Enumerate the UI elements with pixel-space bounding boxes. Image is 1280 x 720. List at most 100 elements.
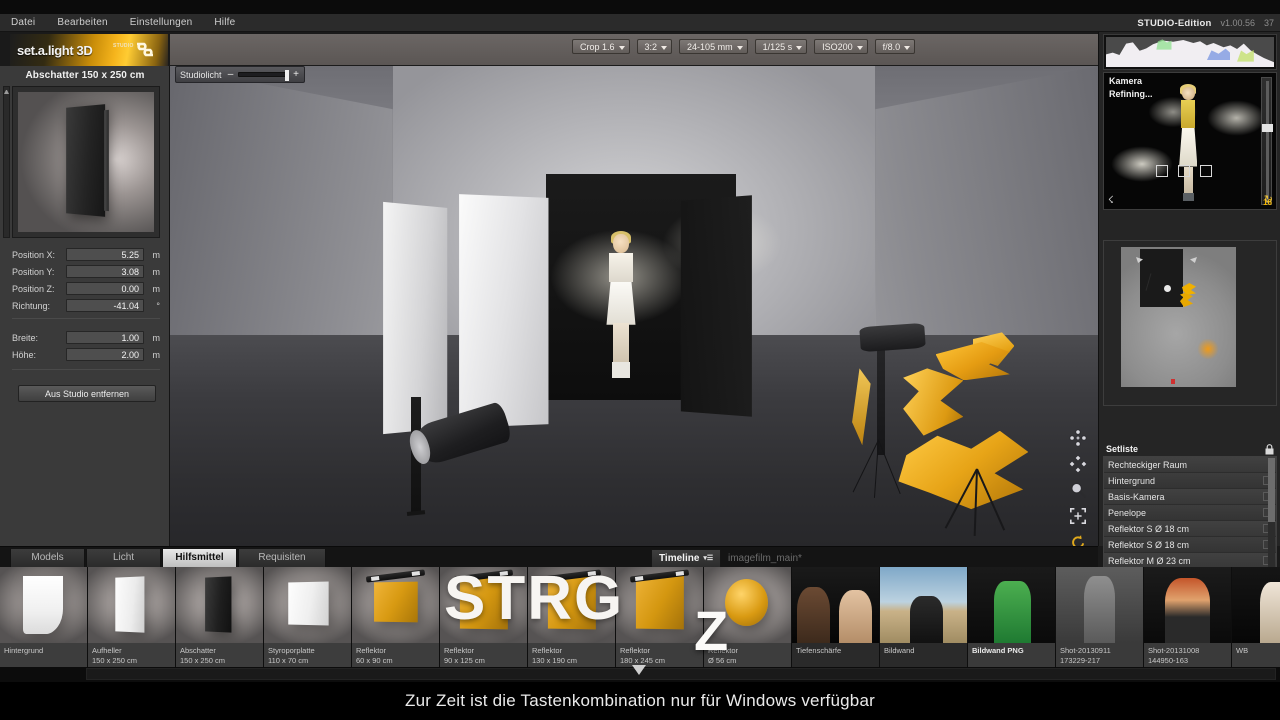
studio-light-slider[interactable]: Studiolicht – + [175, 66, 305, 83]
input-position-z[interactable]: 0.00 [66, 282, 144, 295]
tripod-center [850, 440, 906, 498]
library-strip[interactable]: Hintergrund Aufheller 150 x 250 cm Absch… [0, 567, 1280, 667]
studio-light-track[interactable] [237, 70, 289, 81]
list-item[interactable]: Penelope [1104, 505, 1276, 521]
list-item[interactable]: Reflektor 130 x 190 cm [528, 567, 616, 667]
tab-timeline[interactable]: Timeline ▾☰ [651, 549, 722, 568]
list-item[interactable]: Abschatter 150 x 250 cm [176, 567, 264, 667]
lib-name-line2: 150 x 250 cm [180, 656, 226, 665]
subtitle-bar: Zur Zeit ist die Tastenkombination nur f… [0, 682, 1280, 720]
lib-name-line1: Reflektor [444, 646, 475, 655]
tab-requisiten[interactable]: Requisiten [238, 549, 326, 568]
lib-name-line1: Reflektor [620, 646, 651, 655]
logo-superscript: STUDIO [113, 43, 134, 49]
remove-from-studio-button[interactable]: Aus Studio entfernen [18, 385, 156, 402]
input-hoehe[interactable]: 2.00 [66, 348, 144, 361]
setliste-title: Setliste [1106, 444, 1139, 454]
iso-select[interactable]: ISO200 [814, 39, 868, 54]
studio-light-decrease[interactable]: – [227, 69, 235, 80]
list-item[interactable]: WB [1232, 567, 1280, 667]
refresh-icon[interactable]: ↻ [1264, 193, 1273, 206]
focal-length-select[interactable]: 24-105 mm [679, 39, 748, 54]
position-fields: Position X: 5.25 m Position Y: 3.08 m Po… [12, 247, 160, 315]
caret-menu-icon[interactable]: ▾☰ [703, 550, 713, 568]
thumbnail-wb [1232, 567, 1280, 643]
app-window: Datei Bearbeiten Einstellungen Hilfe STU… [0, 0, 1280, 720]
list-item[interactable]: Styroporplatte 110 x 70 cm [264, 567, 352, 667]
list-item[interactable]: Reflektor S Ø 18 cm [1104, 537, 1276, 553]
label-hoehe: Höhe: [12, 349, 37, 360]
list-item[interactable]: Reflektor S Ø 18 cm [1104, 521, 1276, 537]
shutter-speed-select[interactable]: 1/125 s [754, 39, 808, 54]
list-item[interactable]: Shot-20131008 144950-163 [1144, 567, 1232, 667]
flash-icon[interactable]: ☇ [1108, 195, 1114, 206]
list-item[interactable]: Reflektor 90 x 125 cm [440, 567, 528, 667]
timeline-document-name[interactable]: imagefilm_main* [718, 549, 812, 568]
white-panel-center[interactable] [458, 193, 548, 428]
thumbnail-shot-20131008 [1144, 567, 1231, 643]
list-item[interactable]: Reflektor 60 x 90 cm [352, 567, 440, 667]
timeline-playhead[interactable] [632, 665, 646, 675]
camera-preview-panel[interactable]: Kamera Refining... 16 ☇ ↻ [1103, 72, 1277, 210]
menu-item-bearbeiten[interactable]: Bearbeiten [46, 14, 118, 31]
setliste-list[interactable]: Rechteckiger Raum Hintergrund Basis-Kame… [1103, 456, 1277, 574]
black-flag-panel[interactable] [680, 195, 752, 417]
studio-top-view[interactable] [1103, 240, 1277, 406]
list-item[interactable]: Aufheller 150 x 250 cm [88, 567, 176, 667]
list-item[interactable]: Bildwand PNG [968, 567, 1056, 667]
lib-name-line2: 150 x 250 cm [92, 656, 138, 665]
menu-item-einstellungen[interactable]: Einstellungen [119, 14, 204, 31]
orbit-4way-icon[interactable] [1067, 454, 1089, 474]
lib-name-line1: Bildwand [884, 646, 915, 655]
input-position-y[interactable]: 3.08 [66, 265, 144, 278]
lib-name-line1: Tiefenschärfe [796, 646, 842, 655]
tab-models[interactable]: Models [10, 549, 85, 568]
lib-name-line2: 60 x 90 cm [356, 656, 393, 665]
lock-icon[interactable] [1265, 443, 1274, 455]
thumbnail-hintergrund [0, 567, 87, 643]
magnifier-icon[interactable] [1067, 480, 1089, 500]
crop-factor-select[interactable]: Crop 1.6 [572, 39, 630, 54]
model-penelope[interactable] [600, 231, 643, 378]
list-item[interactable]: Hintergrund [0, 567, 88, 667]
timeline-lane[interactable] [86, 668, 1276, 680]
rgb-histogram [1103, 34, 1277, 70]
focus-point-2 [1178, 165, 1190, 177]
list-item[interactable]: Rechteckiger Raum [1104, 457, 1276, 473]
list-item[interactable]: Bildwand [880, 567, 968, 667]
setliste-scrollbar[interactable] [1268, 458, 1275, 573]
menu-item-hilfe[interactable]: Hilfe [203, 14, 246, 31]
object-properties-panel: Abschatter 150 x 250 cm Position X: 5.25… [0, 66, 170, 546]
input-richtung[interactable]: -41.04 [66, 299, 144, 312]
list-item[interactable]: Hintergrund [1104, 473, 1276, 489]
strobe-head-center[interactable] [859, 322, 927, 353]
tab-hilfsmittel[interactable]: Hilfsmittel [162, 549, 237, 568]
tab-licht[interactable]: Licht [86, 549, 161, 568]
exposure-slider[interactable] [1261, 77, 1273, 205]
studio-light-knob[interactable] [285, 70, 289, 81]
list-item[interactable]: Reflektor 180 x 245 cm [616, 567, 704, 667]
move-4way-icon[interactable] [1067, 428, 1089, 448]
frame-count-label: 37 [1263, 18, 1274, 28]
list-item[interactable]: Reflektor Ø 56 cm [704, 567, 792, 667]
studio-3d-viewport[interactable] [170, 66, 1098, 546]
lib-name-line1: Reflektor [356, 646, 387, 655]
list-item[interactable]: Basis-Kamera [1104, 489, 1276, 505]
topview-model-marker [1164, 285, 1171, 292]
menu-item-datei[interactable]: Datei [0, 14, 46, 31]
list-item[interactable]: Shot-20130911 173229-217 [1056, 567, 1144, 667]
thumbnail-shot-20130911 [1056, 567, 1143, 643]
input-position-x[interactable]: 5.25 [66, 248, 144, 261]
lib-caption: Reflektor Ø 56 cm [704, 643, 791, 667]
light-stand-center[interactable] [877, 339, 885, 455]
panel-scrollbar[interactable] [3, 86, 10, 238]
aspect-ratio-select[interactable]: 3:2 [636, 39, 673, 54]
studio-light-increase[interactable]: + [292, 69, 300, 80]
input-breite[interactable]: 1.00 [66, 331, 144, 344]
lib-name-line2: 90 x 125 cm [444, 656, 485, 665]
list-item[interactable]: Tiefenschärfe [792, 567, 880, 667]
fit-frame-icon[interactable] [1067, 506, 1089, 526]
aperture-select[interactable]: f/8.0 [874, 39, 916, 54]
lib-name-line1: Hintergrund [4, 646, 44, 655]
light-link-icon [137, 42, 153, 57]
